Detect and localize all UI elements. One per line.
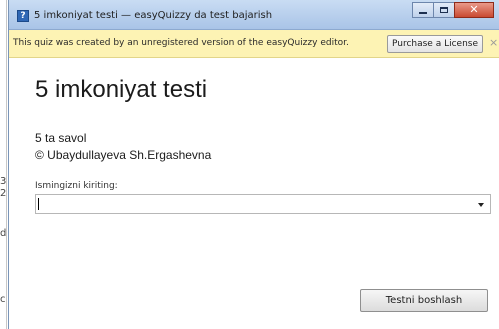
name-combobox[interactable] — [35, 194, 491, 214]
background-char: 2 — [0, 188, 7, 199]
app-icon: ? — [17, 10, 29, 22]
unregistered-banner: This quiz was created by an unregistered… — [9, 30, 499, 58]
banner-close-icon[interactable]: × — [489, 37, 498, 49]
maximize-icon — [440, 7, 448, 13]
start-test-button[interactable]: Testni boshlash — [360, 289, 488, 312]
minimize-icon — [419, 12, 427, 14]
name-field-label: Ismingizni kiriting: — [35, 181, 118, 191]
question-count: 5 ta savol — [35, 131, 87, 145]
minimize-button[interactable] — [412, 2, 434, 18]
close-button[interactable]: ✕ — [454, 2, 494, 18]
window-title: 5 imkoniyat testi — easyQuizzy da test b… — [34, 10, 273, 21]
text-caret — [38, 198, 39, 210]
quiz-title: 5 imkoniyat testi — [35, 76, 208, 103]
close-icon: ✕ — [469, 3, 479, 16]
title-bar[interactable]: ? 5 imkoniyat testi — easyQuizzy da test… — [9, 0, 499, 30]
background-char: d — [0, 228, 7, 239]
window-controls: ✕ — [412, 2, 494, 19]
quiz-author: © Ubaydullayeva Sh.Ergashevna — [35, 148, 212, 162]
purchase-license-button[interactable]: Purchase a License — [387, 35, 483, 53]
banner-message: This quiz was created by an unregistered… — [13, 38, 349, 48]
maximize-button[interactable] — [433, 2, 455, 18]
document-margin-line — [6, 0, 7, 329]
quiz-window: ? 5 imkoniyat testi — easyQuizzy da test… — [8, 0, 499, 329]
chevron-down-icon[interactable] — [478, 203, 484, 207]
background-char: 3 — [0, 176, 7, 187]
background-char: c — [0, 294, 6, 305]
